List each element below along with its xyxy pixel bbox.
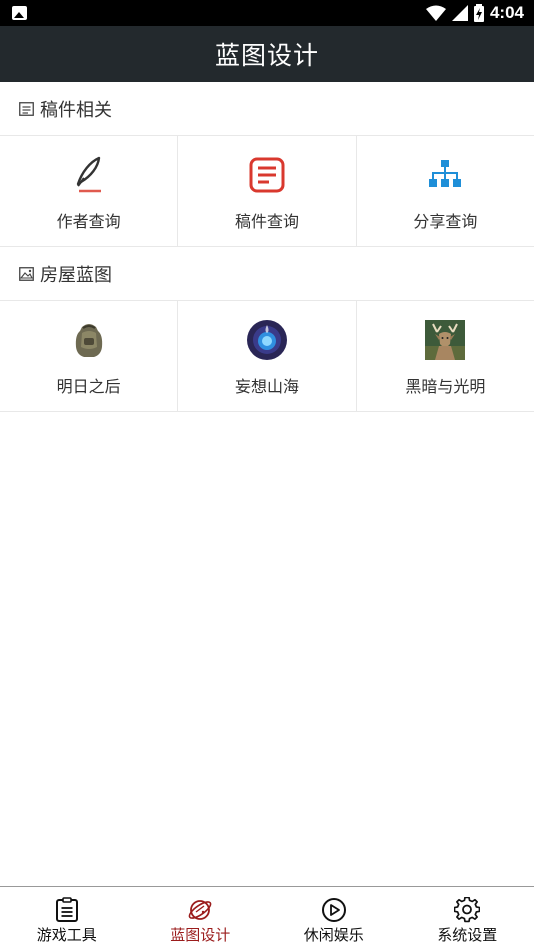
grid-item-label: 分享查询	[413, 212, 478, 231]
section-header-house-blueprints: 房屋蓝图	[0, 247, 534, 301]
hierarchy-share-icon	[429, 160, 462, 187]
author-query-button[interactable]: 作者查询	[0, 136, 179, 246]
quill-pen-icon	[76, 156, 101, 193]
gear-icon	[454, 897, 481, 923]
grid-item-label: 稿件查询	[234, 212, 299, 231]
grid-item-label: 妄想山海	[234, 377, 299, 396]
nav-blueprint-design[interactable]: 蓝图设计	[134, 887, 268, 950]
deer-game-icon	[425, 320, 466, 360]
backpack-game-icon	[75, 324, 102, 357]
grid-item-label: 明日之后	[56, 377, 121, 396]
nav-label: 系统设置	[437, 926, 498, 944]
share-query-button[interactable]: 分享查询	[357, 136, 534, 246]
nav-label: 游戏工具	[36, 926, 97, 944]
document-list-icon	[249, 157, 285, 193]
nav-system-settings[interactable]: 系统设置	[401, 887, 534, 950]
battery-charging-icon	[473, 4, 484, 22]
bottom-nav: 游戏工具 蓝图设计 休闲娱乐 系统设置	[0, 886, 534, 950]
manuscript-query-button[interactable]: 稿件查询	[178, 136, 357, 246]
grid-item-label: 黑暗与光明	[405, 377, 486, 396]
section-header-manuscripts: 稿件相关	[0, 82, 534, 136]
play-circle-icon	[321, 898, 346, 922]
planet-icon	[188, 900, 212, 920]
blue-orb-game-icon	[246, 320, 287, 360]
nav-game-tools[interactable]: 游戏工具	[0, 887, 134, 950]
nav-label: 休闲娱乐	[303, 926, 364, 944]
grid-item-label: 作者查询	[56, 212, 121, 231]
manuscripts-grid: 作者查询 稿件查询 分享查询	[0, 135, 534, 247]
status-bar: 4:04	[0, 0, 534, 26]
wifi-icon	[425, 5, 446, 21]
signal-icon	[451, 5, 468, 21]
page-title: 蓝图设计	[214, 41, 319, 70]
section-title: 房屋蓝图	[40, 265, 112, 286]
house-blueprints-grid: 明日之后 妄想山海 黑暗与光明	[0, 300, 534, 412]
game-dark-light-button[interactable]: 黑暗与光明	[357, 301, 534, 411]
section-title: 稿件相关	[40, 100, 112, 121]
app-bar: 蓝图设计	[0, 26, 534, 82]
game-mountains-seas-button[interactable]: 妄想山海	[178, 301, 357, 411]
status-clock: 4:04	[489, 3, 524, 22]
clipboard-list-icon	[55, 897, 78, 922]
image-icon	[19, 267, 34, 281]
gallery-notification-icon	[12, 6, 27, 20]
nav-label: 蓝图设计	[170, 926, 231, 944]
nav-leisure[interactable]: 休闲娱乐	[267, 887, 401, 950]
game-tomorrow-button[interactable]: 明日之后	[0, 301, 179, 411]
document-icon	[19, 102, 34, 116]
